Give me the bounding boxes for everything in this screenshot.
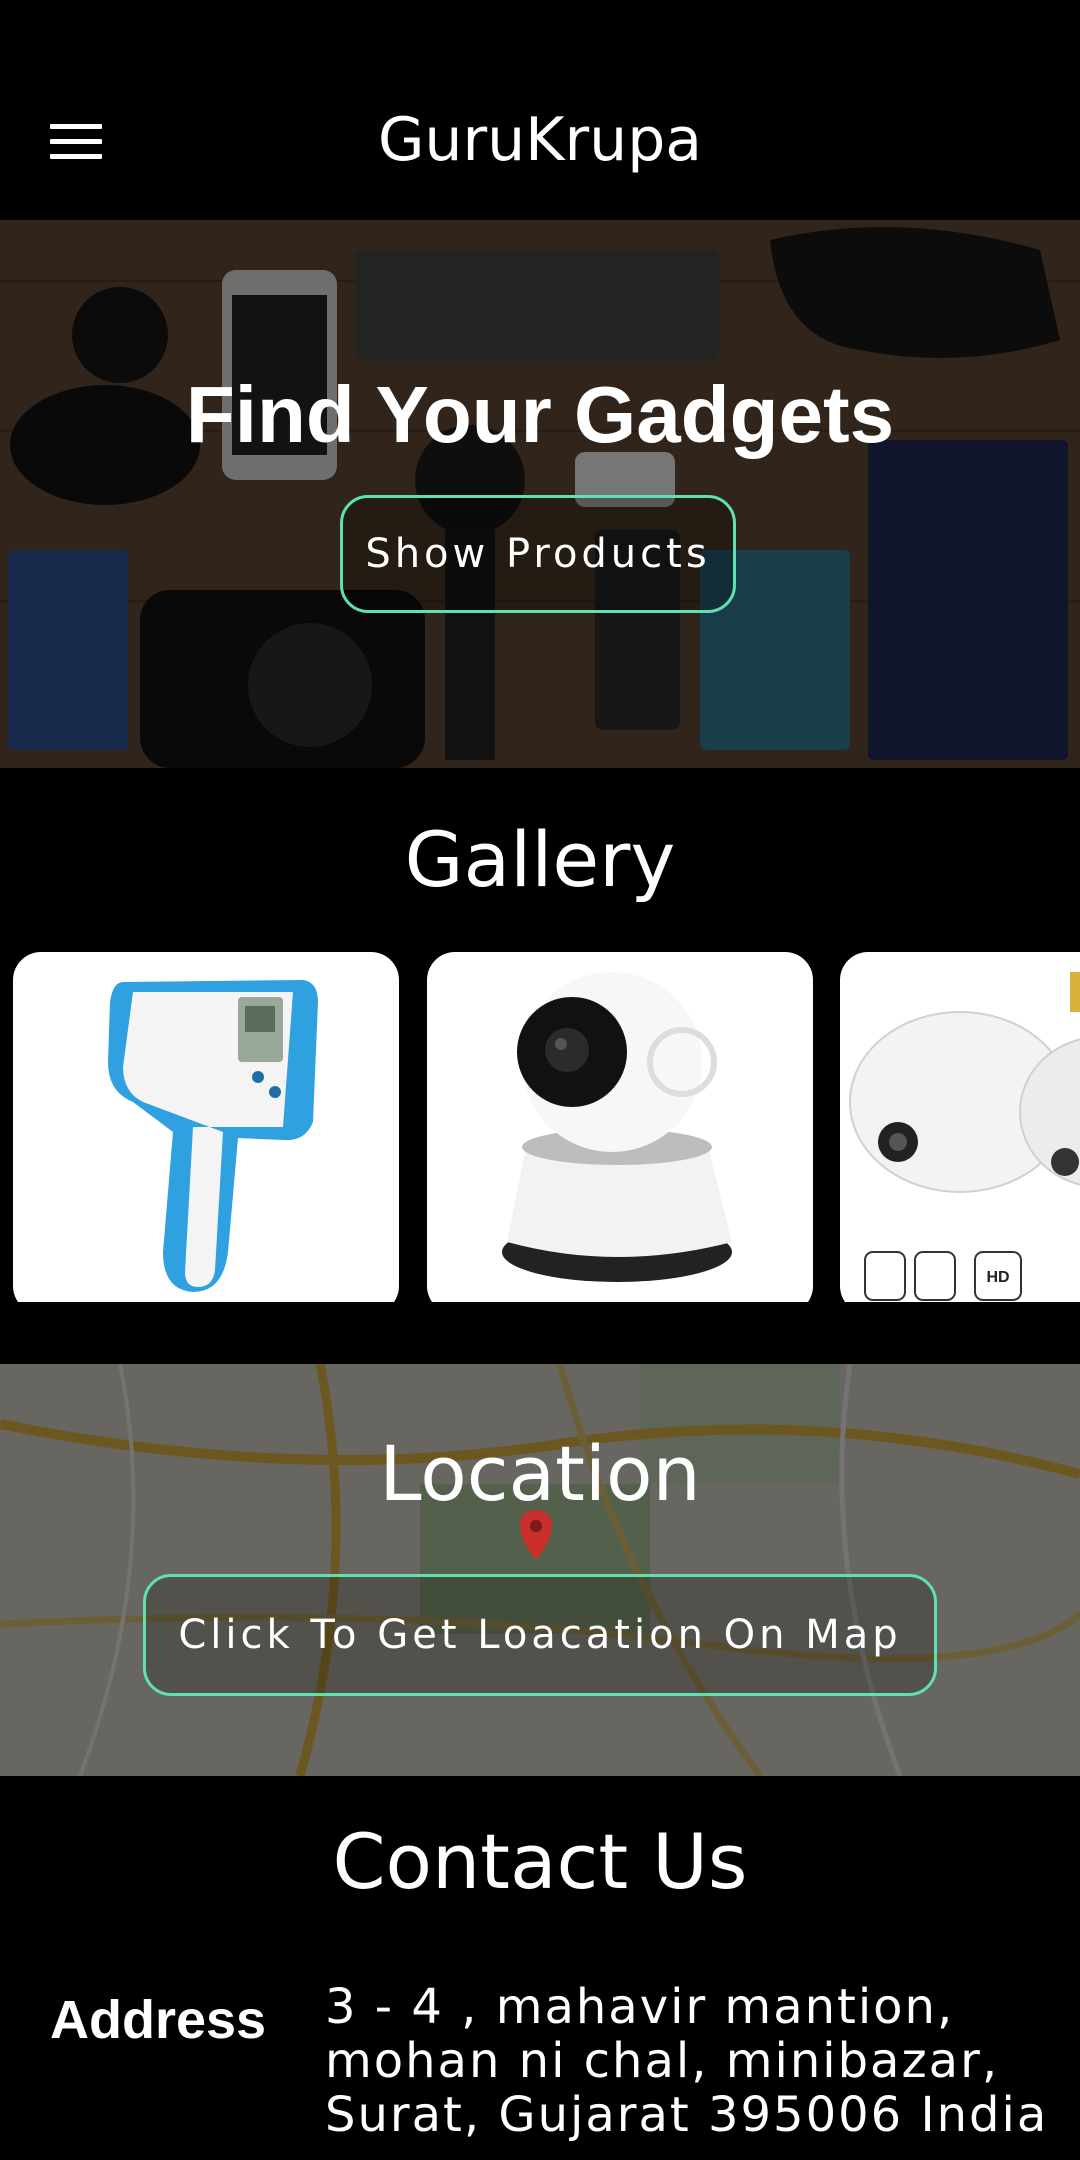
security-camera-image: [502, 972, 732, 1282]
location-section: Location Click To Get Loacation On Map: [0, 1364, 1080, 1776]
location-title: Location: [379, 1429, 701, 1518]
get-location-button[interactable]: Click To Get Loacation On Map: [143, 1574, 937, 1696]
hd-feature-label: HD: [986, 1269, 1009, 1286]
address-text: 3 - 4 , mahavir mantion, mohan ni chal, …: [325, 1980, 1065, 2142]
app-header: GuruKrupa: [0, 0, 1080, 220]
address-line: mohan ni chal, minibazar,: [325, 2033, 1000, 2089]
gallery-title: Gallery: [404, 815, 676, 904]
hero-title: Find Your Gadgets: [185, 370, 895, 459]
gallery-carousel[interactable]: HD: [0, 952, 1080, 1302]
show-products-button[interactable]: Show Products: [340, 495, 736, 613]
gallery-item-camera[interactable]: [427, 952, 813, 1302]
app-title: GuruKrupa: [377, 105, 703, 175]
map-pin-icon: [520, 1510, 552, 1560]
address-line: Surat, Gujarat 395006 India: [325, 2087, 1049, 2143]
bulb-camera-image: HD: [849, 972, 1080, 1301]
gallery-item-thermometer[interactable]: [13, 952, 399, 1302]
infrared-thermometer-image: [108, 980, 318, 1292]
contact-title: Contact Us: [332, 1817, 748, 1906]
hero-banner: Find Your Gadgets Show Products: [0, 220, 1080, 768]
address-line: 3 - 4 , mahavir mantion,: [325, 1979, 955, 2035]
address-label: Address: [50, 1990, 267, 2050]
gallery-item-bulb-camera[interactable]: HD: [840, 952, 1080, 1302]
